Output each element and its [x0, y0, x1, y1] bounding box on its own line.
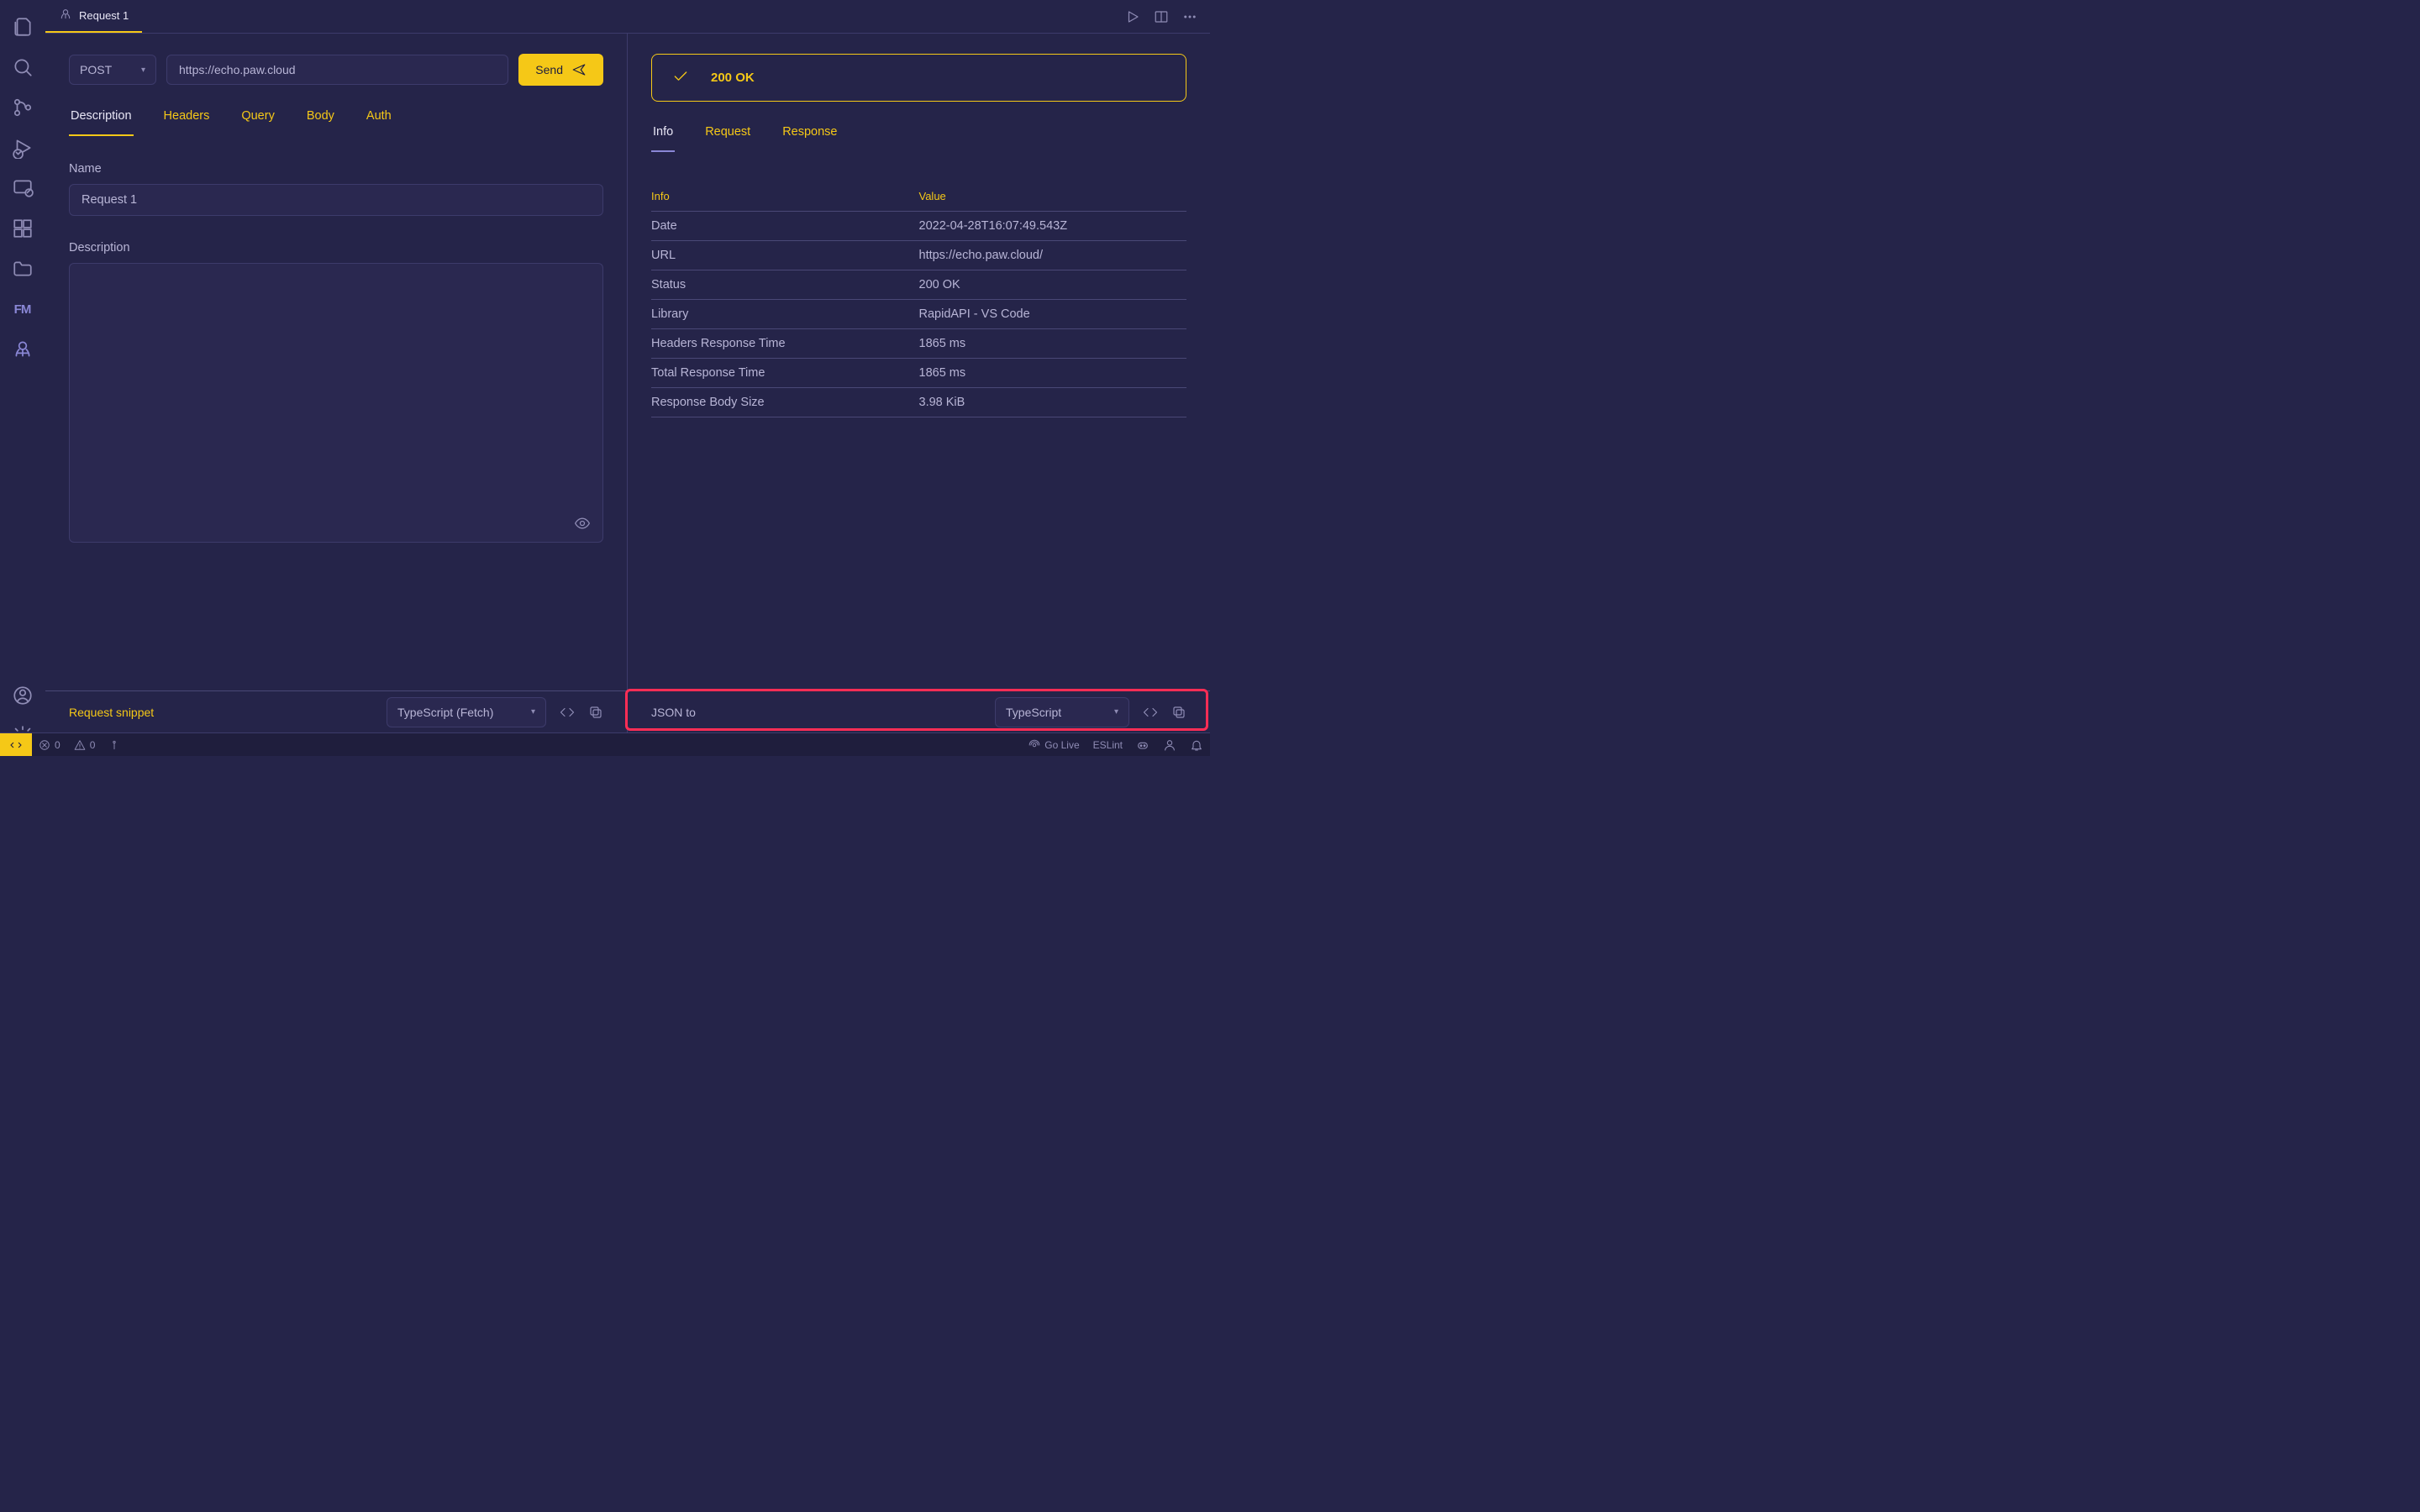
- status-text: 200 OK: [711, 71, 755, 85]
- rapidapi-icon[interactable]: [3, 329, 43, 370]
- response-tabs: Info Request Response: [651, 125, 1186, 153]
- snippet-left-label: Request snippet: [69, 706, 154, 719]
- name-label: Name: [69, 162, 603, 176]
- chevron-down-icon: ▾: [141, 66, 145, 75]
- octopus-icon: [59, 8, 72, 24]
- send-icon: [571, 62, 587, 77]
- tab-title: Request 1: [79, 9, 129, 22]
- request-tabs: Description Headers Query Body Auth: [69, 109, 603, 137]
- editor-tab[interactable]: Request 1: [45, 0, 142, 33]
- run-icon[interactable]: [1121, 5, 1144, 29]
- tab-auth[interactable]: Auth: [365, 109, 393, 136]
- info-header-value: Value: [919, 190, 1187, 202]
- activity-bar: FM: [0, 0, 45, 756]
- tab-info[interactable]: Info: [651, 125, 675, 152]
- preview-eye-icon[interactable]: [574, 515, 591, 534]
- name-input[interactable]: [69, 184, 603, 216]
- method-select[interactable]: POST ▾: [69, 55, 156, 85]
- info-key: Headers Response Time: [651, 337, 919, 350]
- split-editor-icon[interactable]: [1150, 5, 1173, 29]
- account-icon[interactable]: [3, 675, 43, 716]
- tab-body[interactable]: Body: [305, 109, 336, 136]
- info-value: 2022-04-28T16:07:49.543Z: [919, 219, 1187, 233]
- info-row: URLhttps://echo.paw.cloud/: [651, 241, 1186, 270]
- info-key: URL: [651, 249, 919, 262]
- info-value: 1865 ms: [919, 337, 1187, 350]
- search-icon[interactable]: [3, 47, 43, 87]
- info-table: Info Value Date2022-04-28T16:07:49.543ZU…: [651, 181, 1186, 417]
- copy-icon[interactable]: [1171, 705, 1186, 720]
- feedback-icon[interactable]: [1156, 738, 1183, 752]
- info-header-key: Info: [651, 190, 919, 202]
- copy-icon[interactable]: [588, 705, 603, 720]
- info-row: LibraryRapidAPI - VS Code: [651, 300, 1186, 329]
- info-value: 1865 ms: [919, 366, 1187, 380]
- problems-warnings[interactable]: 0: [67, 739, 103, 751]
- port-icon[interactable]: [102, 739, 127, 751]
- check-icon: [672, 68, 689, 87]
- figma-icon[interactable]: FM: [3, 289, 43, 329]
- status-bar: 0 0 Go Live ESLint: [0, 732, 1210, 756]
- info-key: Response Body Size: [651, 396, 919, 409]
- info-value: RapidAPI - VS Code: [919, 307, 1187, 321]
- send-label: Send: [535, 63, 563, 76]
- snippet-lang-left: TypeScript (Fetch): [397, 706, 493, 719]
- snippet-bar-right: JSON to TypeScript ▾: [628, 690, 1210, 732]
- folder-icon[interactable]: [3, 249, 43, 289]
- remote-indicator-icon[interactable]: [0, 733, 32, 756]
- info-value: https://echo.paw.cloud/: [919, 249, 1187, 262]
- snippet-right-label: JSON to: [651, 706, 696, 719]
- info-key: Total Response Time: [651, 366, 919, 380]
- description-textarea[interactable]: [69, 263, 603, 507]
- info-value: 200 OK: [919, 278, 1187, 291]
- bell-icon[interactable]: [1183, 738, 1210, 752]
- extensions-icon[interactable]: [3, 208, 43, 249]
- info-row: Headers Response Time1865 ms: [651, 329, 1186, 359]
- snippet-lang-right: TypeScript: [1006, 706, 1061, 719]
- snippet-bar-left: Request snippet TypeScript (Fetch) ▾: [45, 690, 628, 732]
- info-value: 3.98 KiB: [919, 396, 1187, 409]
- info-key: Date: [651, 219, 919, 233]
- editor-tabbar: Request 1: [45, 0, 1210, 34]
- snippet-lang-select-left[interactable]: TypeScript (Fetch) ▾: [387, 697, 546, 727]
- more-icon[interactable]: [1178, 5, 1202, 29]
- go-live[interactable]: Go Live: [1022, 739, 1086, 751]
- info-row: Date2022-04-28T16:07:49.543Z: [651, 212, 1186, 241]
- info-key: Status: [651, 278, 919, 291]
- info-key: Library: [651, 307, 919, 321]
- method-value: POST: [80, 63, 112, 76]
- status-box: 200 OK: [651, 54, 1186, 102]
- eslint[interactable]: ESLint: [1086, 739, 1129, 751]
- description-label: Description: [69, 241, 603, 255]
- copilot-icon[interactable]: [1129, 738, 1156, 752]
- tab-query[interactable]: Query: [239, 109, 276, 136]
- response-pane: 200 OK Info Request Response Info Value …: [628, 34, 1210, 690]
- explorer-icon[interactable]: [3, 7, 43, 47]
- send-button[interactable]: Send: [518, 54, 603, 86]
- chevron-down-icon: ▾: [531, 707, 535, 717]
- problems-errors[interactable]: 0: [32, 739, 67, 751]
- tab-description[interactable]: Description: [69, 109, 134, 136]
- info-row: Status200 OK: [651, 270, 1186, 300]
- info-row: Response Body Size3.98 KiB: [651, 388, 1186, 417]
- code-icon[interactable]: [1143, 705, 1158, 720]
- chevron-down-icon: ▾: [1114, 707, 1118, 717]
- run-debug-icon[interactable]: [3, 128, 43, 168]
- tab-request-view[interactable]: Request: [703, 125, 752, 152]
- code-icon[interactable]: [560, 705, 575, 720]
- source-control-icon[interactable]: [3, 87, 43, 128]
- url-input[interactable]: [166, 55, 508, 85]
- tab-response-view[interactable]: Response: [781, 125, 839, 152]
- tab-headers[interactable]: Headers: [162, 109, 212, 136]
- remote-explorer-icon[interactable]: [3, 168, 43, 208]
- snippet-lang-select-right[interactable]: TypeScript ▾: [995, 697, 1129, 727]
- info-row: Total Response Time1865 ms: [651, 359, 1186, 388]
- request-pane: POST ▾ Send Description Headers Query Bo…: [45, 34, 628, 690]
